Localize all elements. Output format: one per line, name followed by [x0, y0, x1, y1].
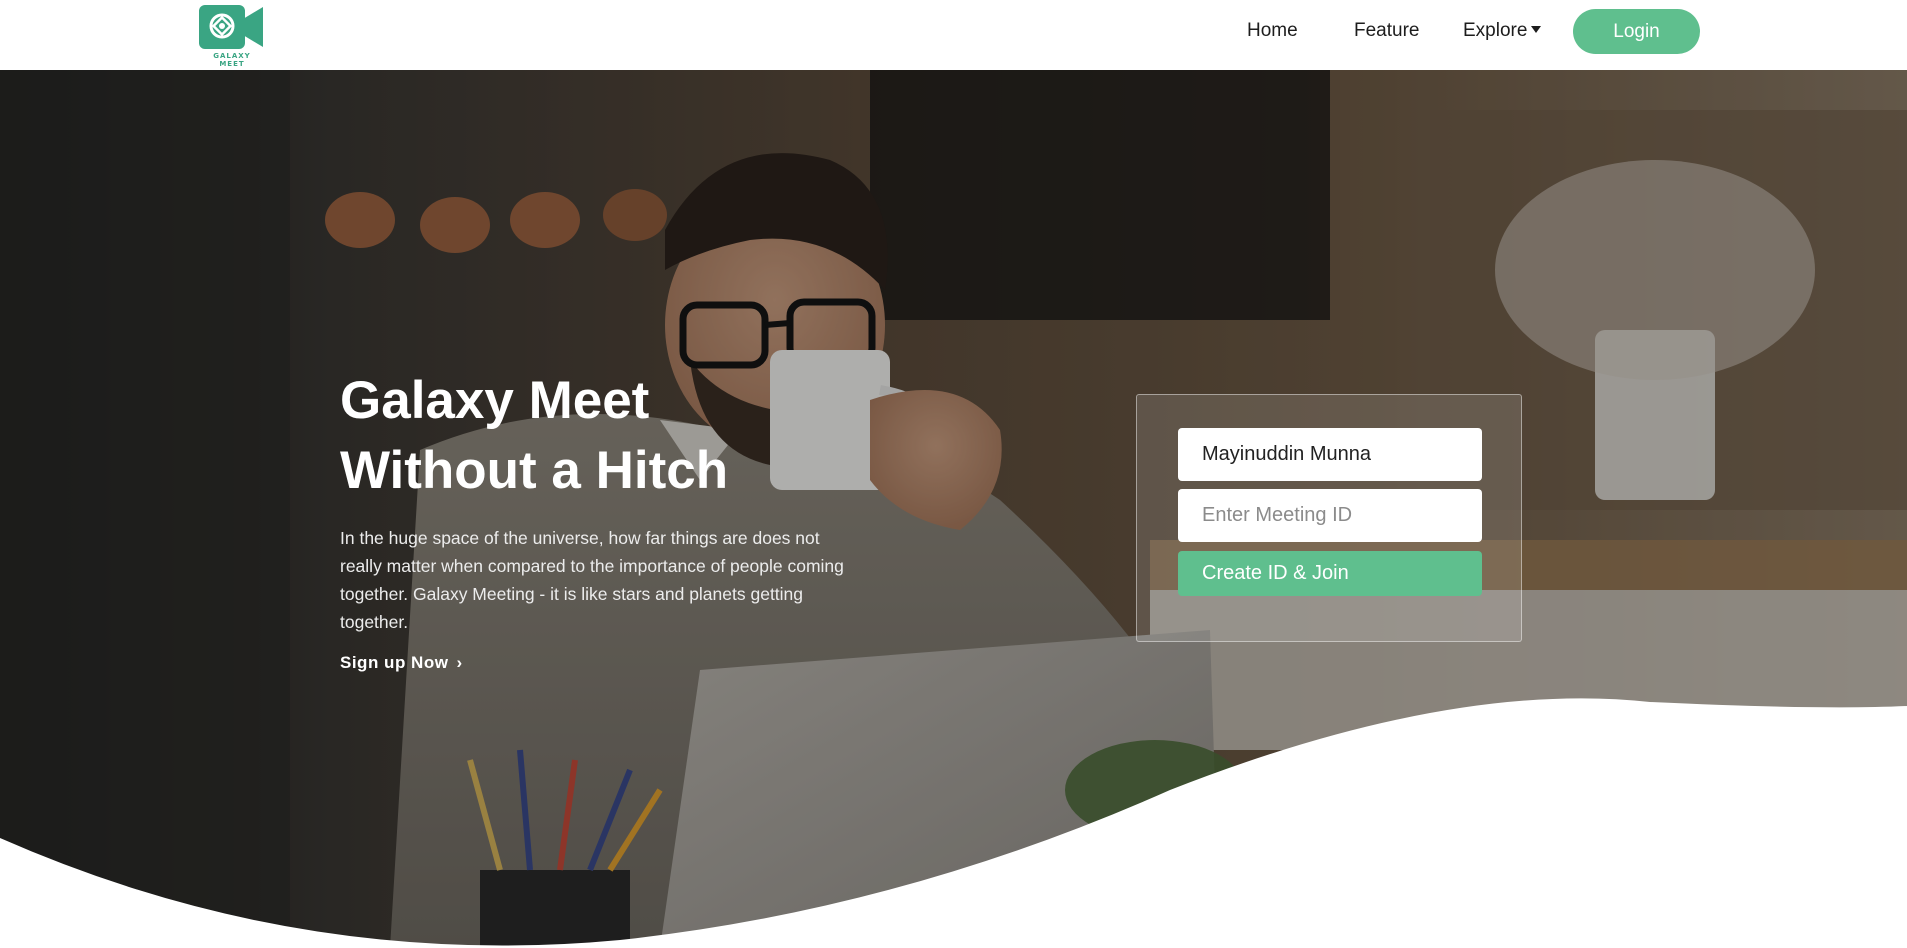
name-input[interactable] — [1178, 428, 1482, 481]
nav-home-link[interactable]: Home — [1247, 20, 1298, 42]
galaxy-meet-logo[interactable]: GALAXY MEET — [199, 5, 265, 68]
navbar: GALAXY MEET Home Feature Explore Login — [0, 0, 1907, 70]
hero-title-line-2: Without a Hitch — [340, 441, 729, 500]
hero-section: Galaxy Meet Without a Hitch In the huge … — [0, 70, 1907, 948]
join-meeting-form: Create ID & Join — [1136, 394, 1522, 642]
signup-label: Sign up Now — [340, 653, 449, 672]
create-id-join-button[interactable]: Create ID & Join — [1178, 551, 1482, 596]
hero-title: Galaxy Meet Without a Hitch — [340, 366, 900, 506]
nav-feature-link[interactable]: Feature — [1354, 20, 1419, 42]
logo-text: GALAXY MEET — [213, 52, 251, 68]
chevron-right-icon: › — [456, 653, 463, 672]
login-button[interactable]: Login — [1573, 9, 1700, 54]
video-camera-logo-icon — [199, 5, 263, 49]
meeting-id-input[interactable] — [1178, 489, 1482, 542]
nav-explore-dropdown[interactable]: Explore — [1463, 20, 1542, 42]
hero-background-photo — [0, 70, 1907, 948]
signup-now-link[interactable]: Sign up Now › — [340, 653, 463, 673]
hero-title-line-1: Galaxy Meet — [340, 371, 650, 430]
caret-down-icon — [1531, 26, 1542, 33]
nav-explore-label: Explore — [1463, 20, 1528, 41]
hero-description: In the huge space of the universe, how f… — [340, 528, 844, 632]
